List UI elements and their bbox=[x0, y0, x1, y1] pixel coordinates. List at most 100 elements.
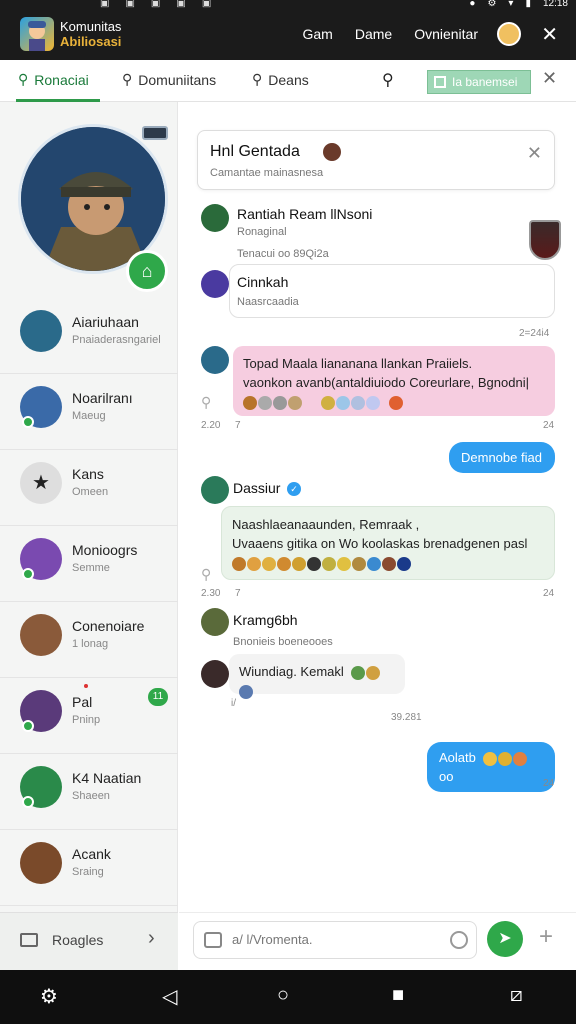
avatar bbox=[201, 660, 229, 688]
list-item-subtitle: Pnaiaderasngariel bbox=[72, 334, 161, 346]
attachment-icon[interactable] bbox=[204, 932, 222, 948]
tab-bar: ⚲ Ronaciai ⚲ Domuniitans ⚲ Deans ⚲ Ia ba… bbox=[0, 60, 576, 102]
online-indicator bbox=[22, 416, 34, 428]
avatar bbox=[201, 476, 229, 504]
send-button[interactable]: ➤ bbox=[487, 921, 523, 957]
tab-deans[interactable]: ⚲ Deans bbox=[252, 71, 309, 88]
conversation-list: Aiariuhaan Pnaiaderasngariel Noarilranı … bbox=[0, 298, 178, 906]
close-icon[interactable]: ✕ bbox=[527, 143, 542, 164]
list-item[interactable]: Aiariuhaan Pnaiaderasngariel bbox=[0, 298, 178, 374]
message-time: 7 bbox=[235, 420, 241, 431]
message-subtitle: Bnonieis boeneooes bbox=[233, 636, 333, 648]
search-icon: ⚲ bbox=[201, 394, 212, 410]
list-item-subtitle: 1 lonag bbox=[72, 638, 109, 650]
message-time: 24 bbox=[543, 420, 555, 431]
close-icon[interactable]: ✕ bbox=[542, 68, 557, 89]
search-icon: ⚲ bbox=[122, 71, 133, 87]
circle-icon: ● bbox=[469, 0, 476, 9]
signal-icon: ▮ bbox=[525, 0, 531, 9]
message-time: 24 bbox=[543, 778, 555, 789]
notification-icon: ▣ bbox=[201, 0, 212, 9]
back-icon[interactable]: ◁ bbox=[162, 984, 177, 1009]
plus-icon[interactable]: + bbox=[539, 923, 553, 951]
star-icon: ★ bbox=[20, 462, 62, 504]
message-input[interactable]: a/ l/Vromenta. bbox=[193, 921, 477, 959]
top-nav-item[interactable]: Ovnienitar bbox=[414, 26, 478, 42]
unread-count-badge: 11 bbox=[148, 688, 168, 706]
emoji-icon[interactable] bbox=[450, 931, 468, 949]
message-time: 7 bbox=[235, 588, 241, 599]
user-avatar[interactable] bbox=[497, 22, 521, 46]
tab-label: Deans bbox=[268, 71, 309, 88]
search-icon: ⚲ bbox=[201, 566, 212, 582]
list-item-name: K4 Naatian bbox=[72, 770, 142, 786]
badge-icon bbox=[142, 126, 168, 140]
group-title: Hnl Gentada bbox=[210, 143, 300, 160]
message-bubble: Wiundiag. Kemakl bbox=[229, 654, 405, 699]
message-sender: Kramg6bh bbox=[233, 612, 298, 628]
avatar bbox=[20, 614, 62, 656]
avatar bbox=[20, 310, 62, 352]
list-item-name: Monioogrs bbox=[72, 542, 138, 558]
settings-icon: ⚙ bbox=[487, 0, 497, 9]
top-nav-item[interactable]: Dame bbox=[355, 26, 392, 42]
message-time: 2.20 bbox=[201, 420, 221, 431]
notification-icon: ▣ bbox=[150, 0, 161, 9]
online-indicator bbox=[22, 568, 34, 580]
unread-dot bbox=[84, 684, 88, 688]
message-subtitle: Naasrcaadia bbox=[237, 296, 299, 308]
list-item-subtitle: Pninp bbox=[72, 714, 101, 726]
home-icon[interactable]: ○ bbox=[277, 984, 289, 1007]
top-nav-item[interactable]: Gam bbox=[302, 26, 332, 42]
list-item[interactable]: K4 Naatian Shaeen bbox=[0, 754, 178, 830]
list-item[interactable]: Monioogrs Semme bbox=[0, 526, 178, 602]
list-item-subtitle: Maeug bbox=[72, 410, 106, 422]
status-icons: ● ⚙ ▾ ▮ 12:18 bbox=[469, 0, 568, 9]
list-item[interactable]: Acank Sraing bbox=[0, 830, 178, 906]
close-icon[interactable]: ✕ bbox=[541, 22, 558, 47]
outgoing-message-text: Aolatb bbox=[439, 750, 476, 765]
search-icon: ⚲ bbox=[252, 71, 263, 87]
list-item-subtitle: Omeen bbox=[72, 486, 109, 498]
list-item-subtitle: Semme bbox=[72, 562, 110, 574]
message-sender: Cinnkah bbox=[237, 274, 289, 290]
outgoing-message: Aolatb oo bbox=[427, 742, 555, 792]
message-text: Topad Maala liananana llankan Praiiels. bbox=[243, 356, 473, 371]
list-item[interactable]: Conenoiare 1 lonag bbox=[0, 602, 178, 678]
list-item[interactable]: Pal Pninp 11 bbox=[0, 678, 178, 754]
app-bar: Komunitas Abiliosasi Gam Dame Ovnienitar… bbox=[0, 12, 576, 60]
tab-ronaciai[interactable]: ⚲ Ronaciai bbox=[18, 71, 89, 88]
recents-icon[interactable]: ■ bbox=[392, 984, 404, 1007]
message-sender: Rantiah Ream llNsoni bbox=[237, 206, 373, 222]
verified-icon: ✓ bbox=[287, 482, 301, 496]
search-icon[interactable]: ⚲ bbox=[382, 70, 394, 90]
app-logo bbox=[20, 17, 54, 51]
list-item-name: Kans bbox=[72, 466, 104, 482]
sidebar-footer-label: Roagles bbox=[52, 932, 104, 948]
online-indicator bbox=[22, 796, 34, 808]
online-indicator bbox=[22, 720, 34, 732]
tab-domuniitans[interactable]: ⚲ Domuniitans bbox=[122, 71, 216, 88]
tab-badge-button[interactable]: Ia banemsei bbox=[427, 70, 531, 94]
status-notification-icons: ▣ ▣ ▣ ▣ ▣ bbox=[100, 0, 211, 9]
message-text: Wiundiag. Kemakl bbox=[239, 664, 344, 679]
wifi-icon: ▾ bbox=[508, 0, 514, 9]
chevron-right-icon: › bbox=[148, 927, 155, 949]
search-icon: ⚲ bbox=[18, 71, 29, 87]
list-item[interactable]: Noarilranı Maeug bbox=[0, 374, 178, 450]
screenshot-icon[interactable]: ⧄ bbox=[510, 984, 523, 1007]
list-item[interactable]: ★ Kans Omeen bbox=[0, 450, 178, 526]
accessibility-icon[interactable]: ⚙ bbox=[40, 984, 58, 1009]
outgoing-message: Demnobe fiad bbox=[449, 442, 555, 473]
sidebar-footer[interactable]: Roagles › bbox=[0, 912, 178, 970]
group-subtitle: Camantae mainasnesa bbox=[210, 167, 324, 179]
home-fab-button[interactable]: ⌂ bbox=[126, 250, 168, 292]
notification-icon: ▣ bbox=[100, 0, 110, 9]
avatar bbox=[201, 608, 229, 636]
message-time: i/ bbox=[231, 698, 236, 709]
chat-pane: Hnl Gentada Camantae mainasnesa ✕ Rantia… bbox=[179, 102, 576, 970]
outgoing-message-tail: oo bbox=[439, 769, 454, 784]
list-item-name: Noarilranı bbox=[72, 390, 133, 406]
message-text: vaonkon avanb(antaldiuiodo Coreurlare, B… bbox=[243, 375, 529, 390]
notification-icon: ▣ bbox=[176, 0, 186, 9]
